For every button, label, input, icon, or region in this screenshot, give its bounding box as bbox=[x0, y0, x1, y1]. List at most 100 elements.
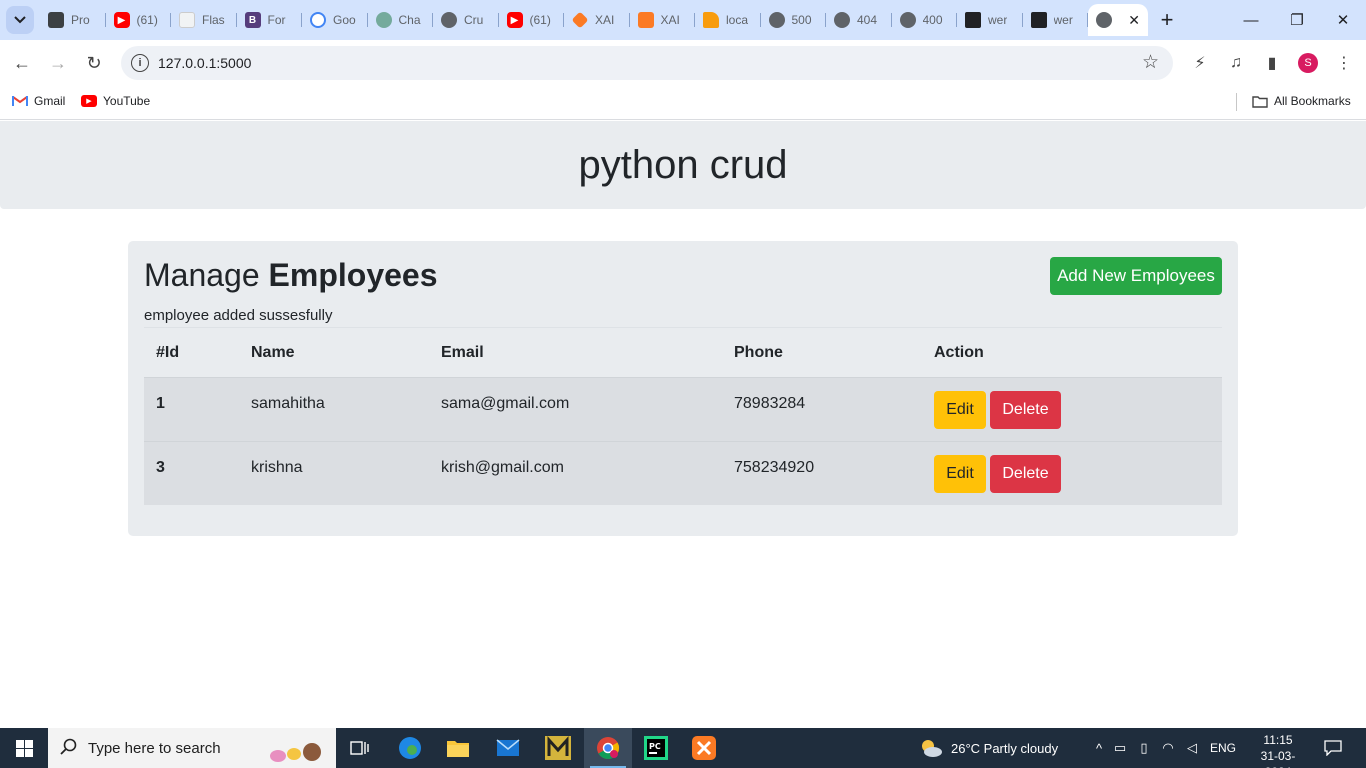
back-icon[interactable]: ← bbox=[7, 48, 37, 78]
tab[interactable]: B For bbox=[237, 4, 303, 36]
delete-button[interactable]: Delete bbox=[990, 455, 1061, 493]
wifi-icon[interactable]: ◠ bbox=[1156, 740, 1180, 756]
new-tab-button[interactable]: + bbox=[1152, 5, 1182, 35]
bookmark-youtube[interactable]: ▶ YouTube bbox=[81, 94, 150, 108]
folder-icon bbox=[1252, 95, 1268, 108]
cell-id: 1 bbox=[156, 395, 165, 412]
tab[interactable]: XAI bbox=[630, 4, 696, 36]
employees-table: #Id Name Email Phone Action 1 samahitha … bbox=[144, 327, 1222, 505]
bootstrap-icon: B bbox=[244, 12, 261, 28]
chrome-icon[interactable] bbox=[584, 728, 632, 768]
edge-icon[interactable] bbox=[386, 728, 434, 768]
column-header-phone: Phone bbox=[734, 343, 783, 361]
taskbar-search[interactable]: Type here to search bbox=[48, 728, 336, 768]
restore-icon[interactable]: ❐ bbox=[1274, 0, 1320, 40]
system-tray: ^ ▭ ▯ ◠ ◁ ENG bbox=[1090, 728, 1236, 768]
windows-logo-icon bbox=[15, 739, 33, 757]
tab[interactable]: 404 bbox=[826, 4, 892, 36]
cell-actions: Edit Delete bbox=[922, 455, 1222, 493]
meet-now-icon[interactable]: ▯ bbox=[1132, 740, 1156, 756]
site-info-icon[interactable]: i bbox=[131, 54, 149, 72]
cell-name: krishna bbox=[251, 459, 303, 476]
table-row: 1 samahitha sama@gmail.com 78983284 Edit… bbox=[144, 377, 1222, 441]
chevron-down-icon bbox=[14, 16, 26, 24]
globe-icon bbox=[441, 12, 457, 28]
add-employee-button[interactable]: Add New Employees bbox=[1050, 257, 1222, 295]
svg-text:PC: PC bbox=[649, 742, 661, 751]
phpmyadmin-icon bbox=[703, 12, 719, 28]
windows-taskbar: Type here to search PC 26°C Partly cloud… bbox=[0, 728, 1366, 768]
tab[interactable]: ▶ (61) bbox=[106, 4, 172, 36]
m-app-icon[interactable] bbox=[534, 728, 582, 768]
flash-message: employee added sussesfully bbox=[144, 307, 333, 324]
notifications-icon[interactable] bbox=[1322, 728, 1344, 768]
globe-icon bbox=[1096, 12, 1112, 28]
bookmark-star-icon[interactable]: ☆ bbox=[1142, 51, 1159, 74]
cell-id: 3 bbox=[156, 459, 165, 476]
tab-list: Pro ▶ (61) Flas B For Goo Cha Cru ▶ (61) XA… bbox=[40, 4, 1182, 36]
mail-icon[interactable] bbox=[484, 728, 532, 768]
menu-kebab-icon[interactable]: ⋮ bbox=[1332, 51, 1356, 75]
chevron-up-icon[interactable]: ^ bbox=[1090, 741, 1108, 756]
window-controls: — ❐ ✕ bbox=[1228, 0, 1366, 40]
flask-icon bbox=[179, 12, 195, 28]
tab[interactable]: Flas bbox=[171, 4, 237, 36]
google-icon bbox=[310, 12, 326, 28]
task-view-icon[interactable] bbox=[336, 728, 384, 768]
forward-icon[interactable]: → bbox=[43, 48, 73, 78]
volume-icon[interactable]: ◁ bbox=[1180, 740, 1204, 756]
address-bar[interactable]: i 127.0.0.1:5000 ☆ bbox=[121, 46, 1173, 80]
browser-toolbar: ← → ↻ i 127.0.0.1:5000 ☆ ⚡ ♫ ▮ S ⋮ bbox=[0, 40, 1366, 86]
all-bookmarks[interactable]: All Bookmarks bbox=[1252, 94, 1351, 108]
reload-icon[interactable]: ↻ bbox=[79, 48, 109, 78]
close-window-icon[interactable]: ✕ bbox=[1320, 0, 1366, 40]
bookmark-gmail[interactable]: Gmail bbox=[12, 94, 65, 108]
chatgpt-icon bbox=[375, 12, 392, 28]
youtube-icon: ▶ bbox=[81, 95, 97, 107]
column-header-action: Action bbox=[934, 343, 984, 361]
minimize-icon[interactable]: — bbox=[1228, 0, 1274, 40]
edit-button[interactable]: Edit bbox=[934, 455, 986, 493]
weather-widget[interactable]: 26°C Partly cloudy bbox=[918, 728, 1058, 768]
start-button[interactable] bbox=[0, 728, 48, 768]
tab[interactable]: wer bbox=[1023, 4, 1089, 36]
url-text[interactable]: 127.0.0.1:5000 bbox=[158, 55, 251, 71]
tab-active[interactable]: ✕ bbox=[1088, 4, 1148, 36]
xampp-icon[interactable] bbox=[680, 728, 728, 768]
search-highlight-icon bbox=[264, 734, 328, 762]
youtube-icon: ▶ bbox=[113, 12, 130, 28]
tab[interactable]: XAI bbox=[564, 4, 630, 36]
column-header-name: Name bbox=[251, 343, 295, 361]
media-controls-icon[interactable]: ♫ bbox=[1224, 51, 1248, 75]
globe-icon bbox=[899, 12, 916, 28]
tab-search-button[interactable] bbox=[6, 6, 34, 34]
gmail-icon bbox=[12, 95, 28, 107]
globe-icon bbox=[834, 12, 850, 28]
tab[interactable]: 500 bbox=[761, 4, 827, 36]
bookmarks-divider bbox=[1236, 93, 1237, 111]
globe-icon bbox=[768, 12, 785, 28]
terminal-icon bbox=[965, 12, 981, 28]
pycharm-icon[interactable]: PC bbox=[632, 728, 680, 768]
tab[interactable]: ▶ (61) bbox=[499, 4, 565, 36]
close-tab-icon[interactable]: ✕ bbox=[1128, 12, 1140, 29]
tab[interactable]: loca bbox=[695, 4, 761, 36]
tab[interactable]: Pro bbox=[40, 4, 106, 36]
terminal-icon bbox=[1030, 12, 1047, 28]
xampp-icon bbox=[637, 12, 654, 28]
tab[interactable]: 400 bbox=[892, 4, 958, 36]
table-header-row: #Id Name Email Phone Action bbox=[144, 328, 1222, 377]
tab[interactable]: Cru bbox=[433, 4, 499, 36]
delete-button[interactable]: Delete bbox=[990, 391, 1061, 429]
language-indicator[interactable]: ENG bbox=[1210, 741, 1236, 755]
profile-avatar[interactable]: S bbox=[1298, 53, 1318, 73]
clock[interactable]: 11:15 31-03-2024 bbox=[1248, 732, 1308, 768]
edit-button[interactable]: Edit bbox=[934, 391, 986, 429]
tab[interactable]: Cha bbox=[368, 4, 434, 36]
performance-icon[interactable]: ⚡ bbox=[1188, 51, 1212, 75]
file-explorer-icon[interactable] bbox=[434, 728, 482, 768]
tab[interactable]: Goo bbox=[302, 4, 368, 36]
tab[interactable]: wer bbox=[957, 4, 1023, 36]
side-panel-icon[interactable]: ▮ bbox=[1260, 51, 1284, 75]
network-error-icon[interactable]: ▭ bbox=[1108, 740, 1132, 756]
